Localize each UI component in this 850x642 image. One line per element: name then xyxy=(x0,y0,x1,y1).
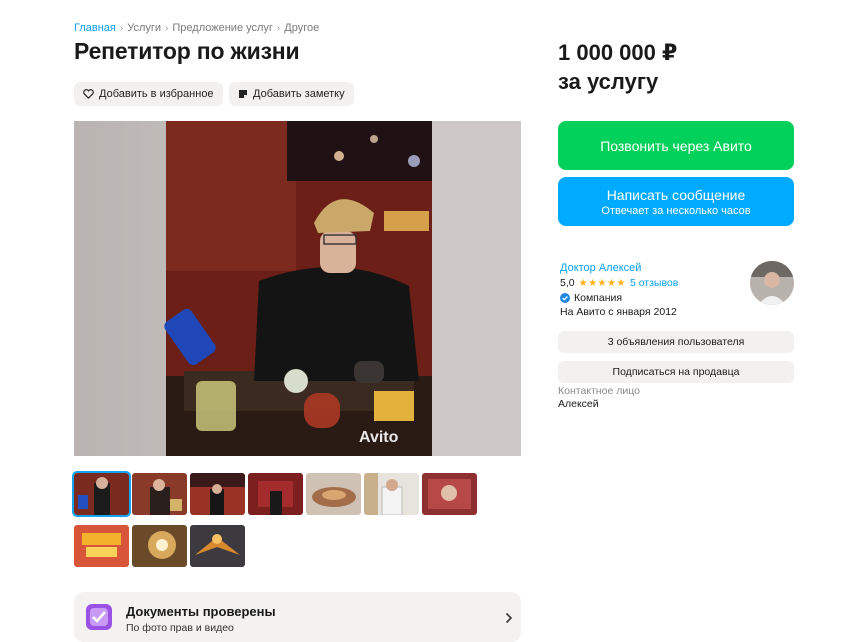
chevron-right-icon xyxy=(505,612,513,624)
thumbnail[interactable] xyxy=(422,473,477,515)
thumbnail[interactable] xyxy=(132,525,187,567)
price-amount: 1 000 000 ₽ xyxy=(558,40,678,65)
breadcrumb-service-offers[interactable]: Предложение услуг xyxy=(172,22,273,34)
breadcrumb-home[interactable]: Главная xyxy=(74,22,116,34)
thumbnail[interactable] xyxy=(306,473,361,515)
documents-check-icon xyxy=(86,604,112,630)
documents-subtitle: По фото прав и видео xyxy=(126,622,234,634)
seller-name-link[interactable]: Доктор Алексей xyxy=(560,262,641,274)
rating-stars: ★★★★★ xyxy=(578,277,626,289)
reviews-link[interactable]: 5 отзывов xyxy=(630,277,678,289)
add-to-favorites-button[interactable]: Добавить в избранное xyxy=(74,82,223,106)
main-photo-image: Avito xyxy=(74,121,521,456)
rating-value: 5,0 xyxy=(560,277,575,289)
message-button-subtitle: Отвечает за несколько часов xyxy=(601,204,751,217)
thumbnail[interactable] xyxy=(364,473,419,515)
thumbnail[interactable] xyxy=(74,525,129,567)
message-button-label: Написать сообщение xyxy=(606,186,746,203)
page-title: Репетитор по жизни xyxy=(74,38,300,64)
breadcrumb-separator: › xyxy=(276,22,281,34)
breadcrumb-separator: › xyxy=(165,22,169,34)
subscribe-seller-button[interactable]: Подписаться на продавца xyxy=(558,361,794,383)
breadcrumb-services[interactable]: Услуги xyxy=(127,22,161,34)
contact-person-name: Алексей xyxy=(558,398,599,410)
documents-verified-card[interactable]: Документы проверены По фото прав и видео xyxy=(74,592,521,642)
user-listings-button[interactable]: 3 объявления пользователя xyxy=(558,331,794,353)
add-note-label: Добавить заметку xyxy=(253,88,345,100)
documents-title: Документы проверены xyxy=(126,604,276,619)
add-note-button[interactable]: Добавить заметку xyxy=(229,82,354,106)
seller-type: Компания xyxy=(560,292,622,304)
seller-avatar[interactable] xyxy=(750,261,794,305)
heart-icon xyxy=(83,89,94,99)
thumbnail[interactable] xyxy=(190,525,245,567)
thumbnail[interactable] xyxy=(248,473,303,515)
thumbnail[interactable] xyxy=(190,473,245,515)
price-block: 1 000 000 ₽ за услугу xyxy=(558,38,677,96)
contact-person-label: Контактное лицо xyxy=(558,385,640,397)
watermark-text: Avito xyxy=(359,429,399,446)
seller-type-label: Компания xyxy=(574,292,623,304)
verified-check-icon xyxy=(560,293,570,303)
avatar-image xyxy=(750,261,794,305)
call-button[interactable]: Позвонить через Авито xyxy=(558,121,794,170)
thumbnail[interactable] xyxy=(132,473,187,515)
breadcrumb-other[interactable]: Другое xyxy=(284,22,319,34)
seller-rating: 5,0 ★★★★★ 5 отзывов xyxy=(560,277,678,289)
message-button[interactable]: Написать сообщение Отвечает за несколько… xyxy=(558,177,794,226)
add-to-favorites-label: Добавить в избранное xyxy=(99,88,214,100)
seller-since: На Авито с января 2012 xyxy=(560,306,677,318)
thumbnail[interactable] xyxy=(72,471,131,517)
main-photo[interactable]: Avito xyxy=(74,121,521,456)
price-unit: за услугу xyxy=(558,69,659,94)
breadcrumb: Главная › Услуги › Предложение услуг › Д… xyxy=(74,22,319,34)
breadcrumb-separator: › xyxy=(119,22,124,34)
call-button-label: Позвонить через Авито xyxy=(600,137,752,154)
note-icon xyxy=(239,90,247,98)
